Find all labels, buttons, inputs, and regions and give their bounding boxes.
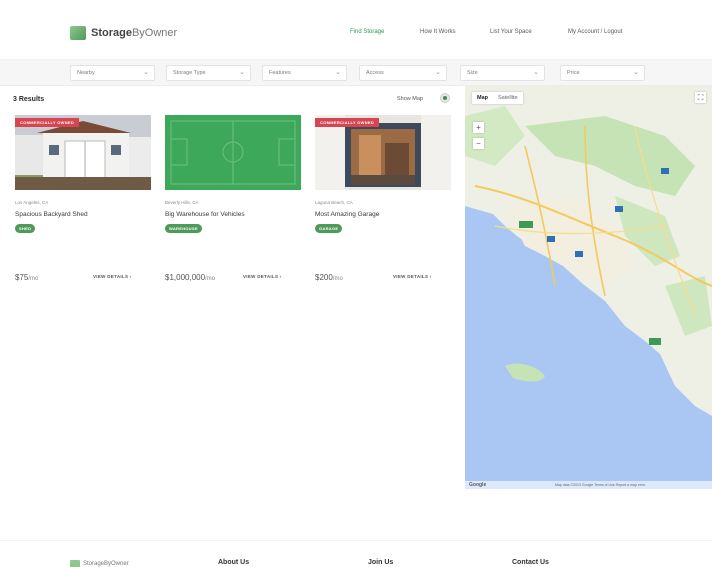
map-attribution: Map data ©2019 Google Terms of Use Repor… xyxy=(465,481,712,489)
chevron-right-icon: › xyxy=(129,274,132,279)
listing-card[interactable]: COMMERCIALLY OWNED Laguna Beach, CA Most… xyxy=(315,115,451,285)
footer-logo[interactable]: StorageByOwner xyxy=(70,560,129,567)
filter-nearby-label: Nearby xyxy=(77,70,95,76)
listing-price-unit: /mo xyxy=(205,276,216,282)
listing-location: Laguna Beach, CA xyxy=(315,200,353,205)
footer-logo-text: StorageByOwner xyxy=(83,561,129,567)
view-details-label: VIEW DETAILS xyxy=(393,274,429,279)
chevron-down-icon: ⌄ xyxy=(239,69,245,76)
map-tab-map[interactable]: Map xyxy=(472,92,493,104)
listing-price-value: $75 xyxy=(15,273,29,282)
google-logo[interactable]: Google xyxy=(469,482,486,488)
footer-contact-us[interactable]: Contact Us xyxy=(512,559,549,566)
filter-storage-type[interactable]: Storage Type ⌄ xyxy=(166,65,251,81)
view-details-label: VIEW DETAILS xyxy=(93,274,129,279)
footer-join-us[interactable]: Join Us xyxy=(368,559,393,566)
chevron-down-icon: ⌄ xyxy=(435,69,441,76)
chevron-down-icon: ⌄ xyxy=(335,69,341,76)
view-details-link[interactable]: VIEW DETAILS › xyxy=(243,274,282,279)
listing-type-badge: GARAGE xyxy=(315,224,343,233)
listing-photo[interactable] xyxy=(165,115,301,190)
listing-price-unit: /mo xyxy=(332,276,343,282)
fullscreen-icon[interactable]: ⛶ xyxy=(695,92,706,103)
filter-nearby[interactable]: Nearby ⌄ xyxy=(70,65,155,81)
toggle-knob xyxy=(443,96,447,100)
nav-how-it-works[interactable]: How It Works xyxy=(420,29,456,35)
listing-title[interactable]: Spacious Backyard Shed xyxy=(15,211,88,218)
listing-location: Beverly Hills, CA xyxy=(165,200,199,205)
listing-price-value: $1,000,000 xyxy=(165,273,206,282)
site-header: StorageByOwner Find Storage How It Works… xyxy=(0,0,712,60)
logo-text: StorageByOwner xyxy=(91,27,177,39)
filter-size-label: Size xyxy=(467,70,478,76)
commercially-owned-ribbon: COMMERCIALLY OWNED xyxy=(15,118,80,127)
map-tab-satellite[interactable]: Satellite xyxy=(493,92,523,104)
chevron-down-icon: ⌄ xyxy=(143,69,149,76)
show-map-label: Show Map xyxy=(397,96,423,102)
view-details-label: VIEW DETAILS xyxy=(243,274,279,279)
listing-card[interactable]: COMMERCIALLY OWNED Los Angeles, CA Spaci… xyxy=(15,115,151,285)
listing-type-badge: WAREHOUSE xyxy=(165,224,202,233)
listing-price-value: $200 xyxy=(315,273,333,282)
listing-photo[interactable]: COMMERCIALLY OWNED xyxy=(315,115,451,190)
nav-my-account[interactable]: My Account / Logout xyxy=(568,29,622,35)
logo-mark-icon xyxy=(70,560,80,567)
footer-logo-brand: Storage xyxy=(83,561,105,567)
filter-access[interactable]: Access ⌄ xyxy=(359,65,447,81)
warehouse-photo-image xyxy=(165,115,301,190)
map-panel[interactable]: Map Satellite + − ⛶ Map data ©2019 Googl… xyxy=(465,86,712,489)
listing-type-badge: SHED xyxy=(15,224,36,233)
footer-about-us[interactable]: About Us xyxy=(218,559,249,566)
filter-features[interactable]: Features ⌄ xyxy=(262,65,347,81)
listing-location: Los Angeles, CA xyxy=(15,200,49,205)
map-type-tabs: Map Satellite xyxy=(472,92,523,104)
filter-access-label: Access xyxy=(366,70,384,76)
chevron-down-icon: ⌄ xyxy=(633,69,639,76)
filter-storage-type-label: Storage Type xyxy=(173,70,206,76)
logo-brand: Storage xyxy=(91,27,132,39)
listing-price: $1,000,000/mo xyxy=(165,273,215,282)
view-details-link[interactable]: VIEW DETAILS › xyxy=(393,274,432,279)
chevron-down-icon: ⌄ xyxy=(533,69,539,76)
nav-list-your-space[interactable]: List Your Space xyxy=(490,29,532,35)
filter-bar: Nearby ⌄ Storage Type ⌄ Features ⌄ Access ⌄ … xyxy=(0,60,712,86)
show-map-toggle[interactable] xyxy=(440,93,450,103)
listing-photo[interactable]: COMMERCIALLY OWNED xyxy=(15,115,151,190)
logo-brand-suffix: ByOwner xyxy=(131,27,178,39)
view-details-link[interactable]: VIEW DETAILS › xyxy=(93,274,132,279)
listing-price-unit: /mo xyxy=(28,276,39,282)
listing-price: $200/mo xyxy=(315,273,343,282)
listing-title[interactable]: Big Warehouse for Vehicles xyxy=(165,211,245,218)
filter-features-label: Features xyxy=(269,70,291,76)
filter-price[interactable]: Price ⌄ xyxy=(560,65,645,81)
listing-card[interactable]: Beverly Hills, CA Big Warehouse for Vehi… xyxy=(165,115,301,285)
logo-mark-icon xyxy=(70,26,86,40)
site-footer: StorageByOwner About Us Join Us Contact … xyxy=(0,540,712,567)
zoom-out-button[interactable]: − xyxy=(473,138,484,149)
chevron-right-icon: › xyxy=(429,274,432,279)
footer-logo-suffix: ByOwner xyxy=(104,561,129,567)
filter-size[interactable]: Size ⌄ xyxy=(460,65,545,81)
site-logo[interactable]: StorageByOwner xyxy=(70,26,177,40)
nav-find-storage[interactable]: Find Storage xyxy=(350,29,384,35)
zoom-in-button[interactable]: + xyxy=(473,122,484,133)
results-count: 3 Results xyxy=(13,96,45,103)
filter-price-label: Price xyxy=(567,70,580,76)
listing-price: $75/mo xyxy=(15,273,38,282)
listing-title[interactable]: Most Amazing Garage xyxy=(315,211,379,218)
commercially-owned-ribbon: COMMERCIALLY OWNED xyxy=(315,118,380,127)
chevron-right-icon: › xyxy=(279,274,282,279)
map-canvas[interactable] xyxy=(465,86,712,489)
